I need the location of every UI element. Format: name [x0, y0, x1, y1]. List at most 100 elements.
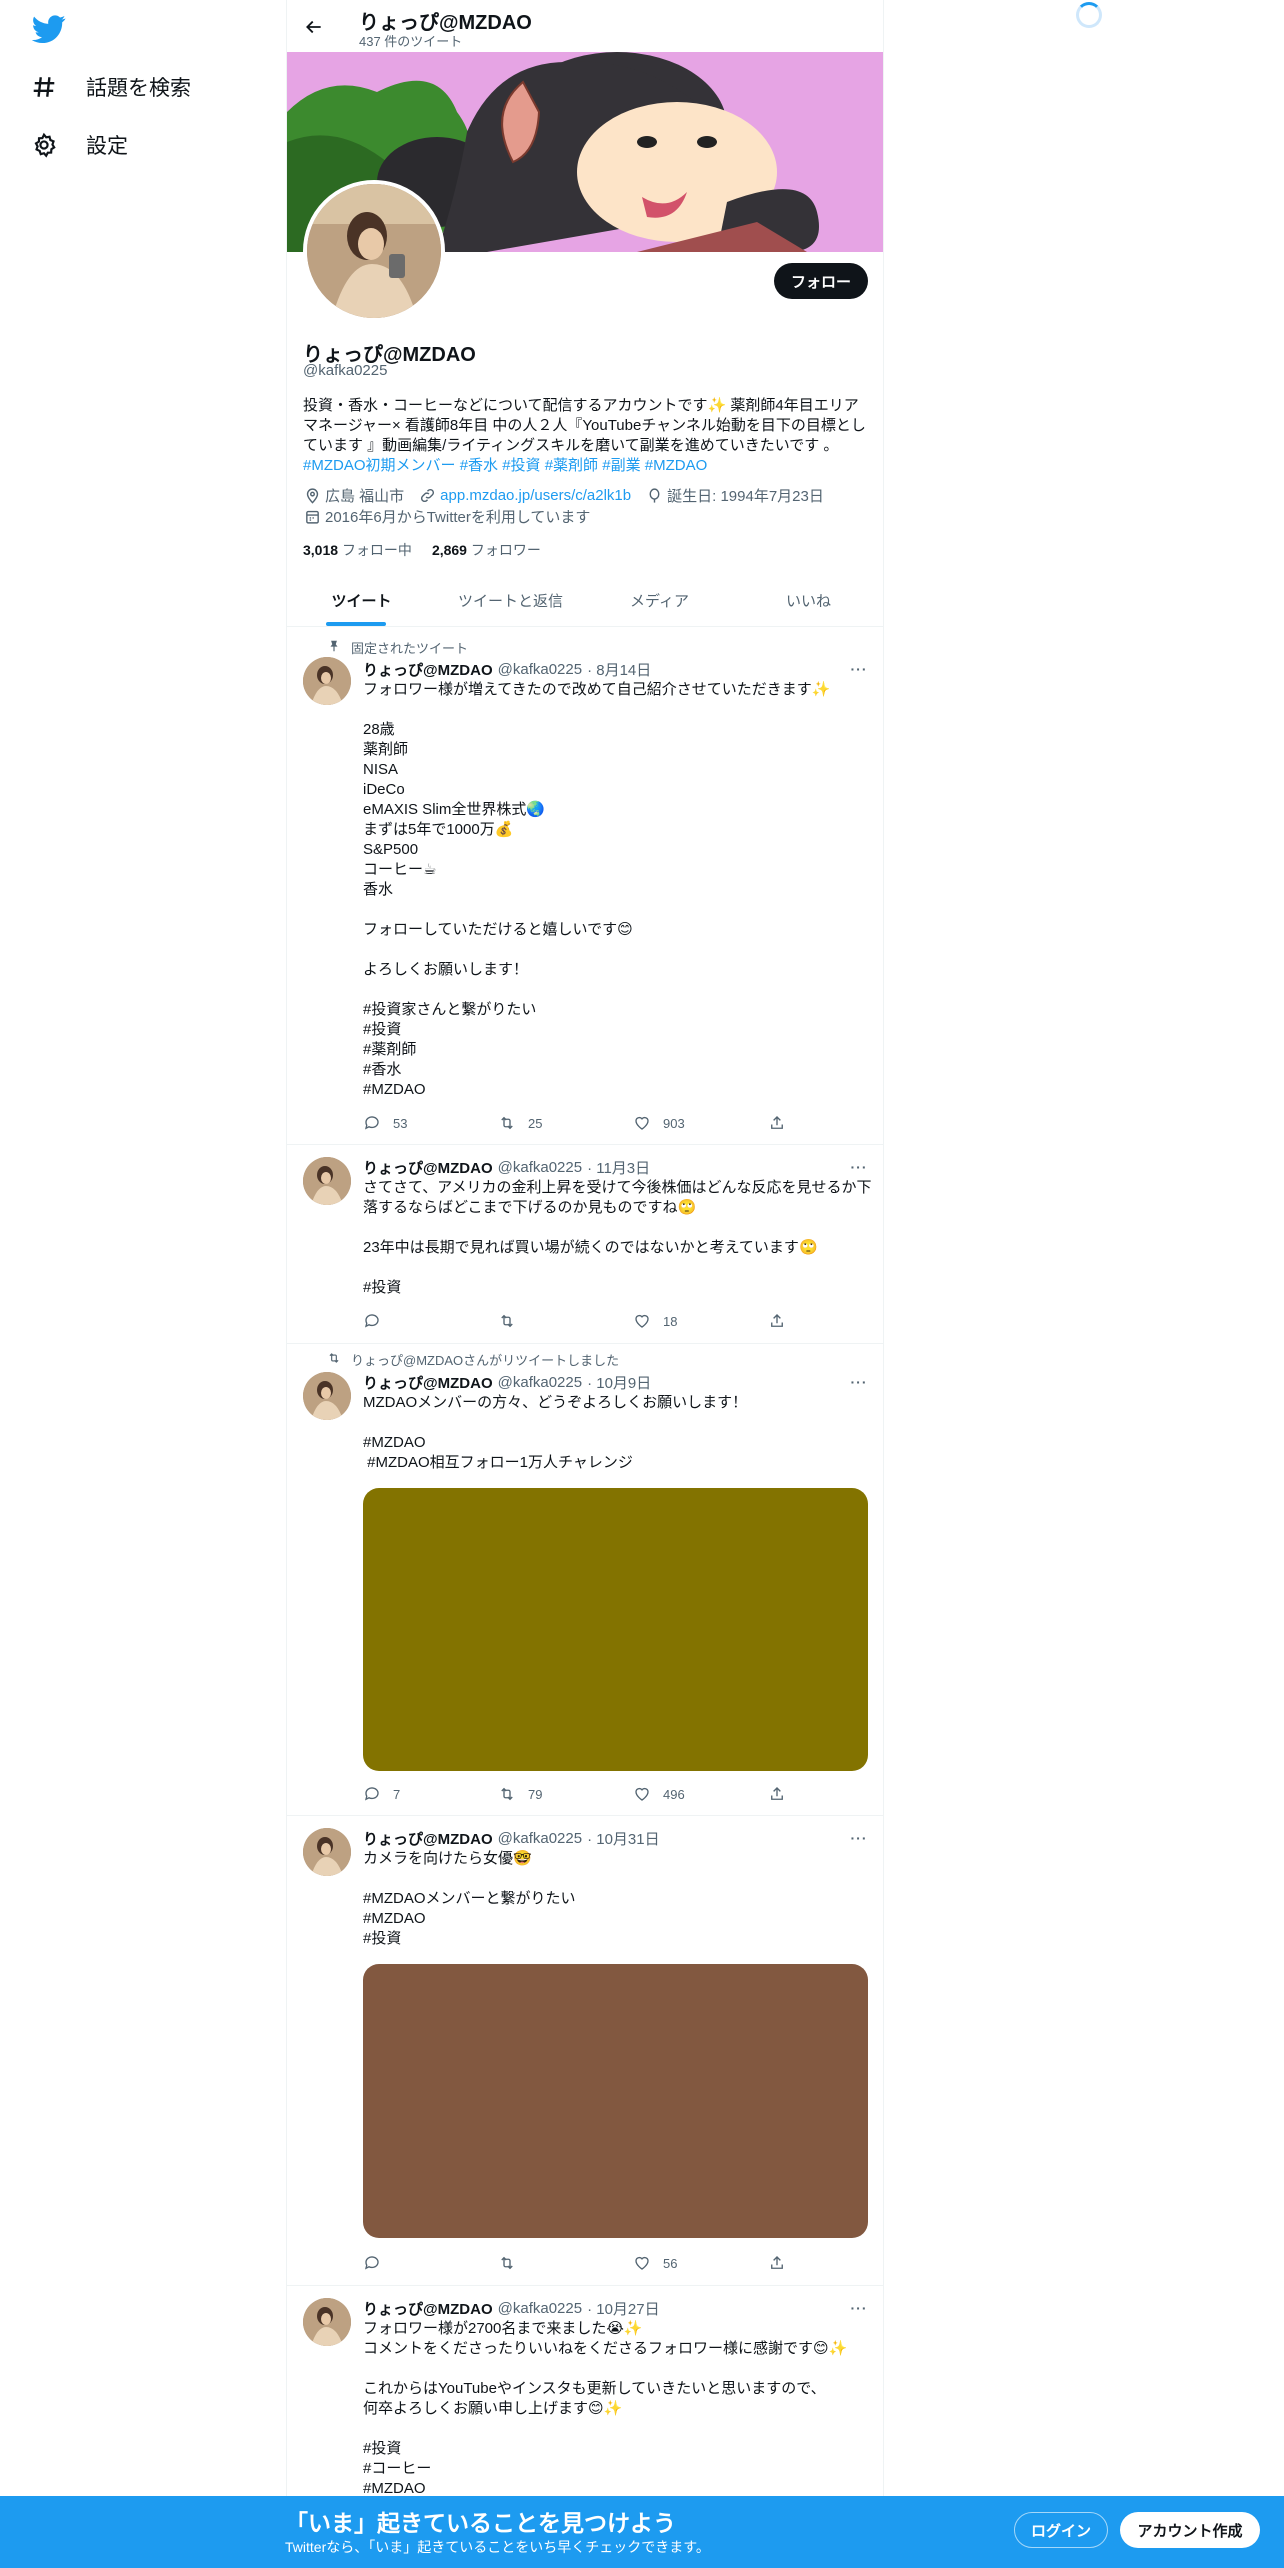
follow-button[interactable]: フォロー — [774, 263, 868, 299]
retweet-context: りょっぴ@MZDAOさんがリツイートしました — [327, 1350, 619, 1369]
tweet-date[interactable]: · 10月27日 — [587, 2298, 660, 2319]
follow-counts: 3,018 フォロー中 2,869 フォロワー — [303, 540, 541, 560]
tweet-hashtags[interactable]: #MZDAOメンバーと繋がりたい #MZDAO #投資 — [363, 1889, 873, 1949]
nav-explore[interactable]: 話題を検索 — [30, 62, 191, 112]
tab-media[interactable]: メディア — [585, 574, 734, 626]
tweet-actions: 7 79 496 — [363, 1784, 803, 1804]
avatar[interactable] — [303, 1372, 351, 1420]
reply-button[interactable] — [363, 1311, 498, 1331]
balloon-icon — [645, 487, 663, 505]
tweet-author-handle: @kafka0225 — [497, 1159, 583, 1176]
share-button[interactable] — [768, 1311, 798, 1331]
nav-settings[interactable]: 設定 — [30, 120, 128, 170]
profile-avatar[interactable] — [303, 180, 445, 322]
like-count: 903 — [663, 1115, 685, 1131]
tweet-author-handle: @kafka0225 — [497, 1830, 583, 1847]
more-options-icon[interactable]: ··· — [849, 659, 869, 679]
main-column: りょっぴ@MZDAO 437 件のツイート フォロー りょっぴ@MZDAO @k… — [286, 0, 884, 2568]
profile-header-bar: りょっぴ@MZDAO 437 件のツイート — [287, 0, 883, 52]
tweet-hashtags[interactable]: #MZDAO #MZDAO相互フォロー1万人チャレンジ — [363, 1433, 873, 1473]
tab-tweets[interactable]: ツイート — [287, 574, 436, 626]
nav-explore-label: 話題を検索 — [86, 77, 191, 100]
tweet-date[interactable]: · 8月14日 — [587, 659, 651, 680]
tab-tweets-replies[interactable]: ツイートと返信 — [436, 574, 585, 626]
like-button[interactable]: 496 — [633, 1784, 768, 1804]
profile-url[interactable]: app.mzdao.jp/users/c/a2lk1b — [440, 487, 631, 504]
retweet-context-label[interactable]: りょっぴ@MZDAOさんがリツイートしました — [351, 1350, 619, 1369]
twitter-bird-icon[interactable] — [31, 12, 66, 46]
like-button[interactable]: 56 — [633, 2253, 768, 2273]
reply-button[interactable]: 7 — [363, 1784, 498, 1804]
bio-hashtag[interactable]: #投資 — [502, 457, 540, 474]
tweet-author-name[interactable]: りょっぴ@MZDAO — [363, 2298, 493, 2319]
left-nav: 話題を検索 設定 — [0, 0, 286, 2568]
login-button[interactable]: ログイン — [1014, 2512, 1108, 2548]
like-button[interactable]: 903 — [633, 1113, 768, 1133]
like-button[interactable]: 18 — [633, 1311, 768, 1331]
avatar[interactable] — [303, 1828, 351, 1876]
tweet-text: カメラを向けたら女優🤓 — [363, 1850, 532, 1867]
avatar[interactable] — [303, 1157, 351, 1205]
heart-icon — [635, 1314, 649, 1328]
bio-hashtag[interactable]: #副業 — [602, 457, 640, 474]
retweet-button[interactable] — [498, 2253, 633, 2273]
tweet-date[interactable]: · 11月3日 — [587, 1157, 650, 1178]
tweet[interactable]: 固定されたツイート りょっぴ@MZDAO @kafka0225 · 8月14日 … — [287, 627, 883, 1145]
followers-link[interactable]: 2,869 フォロワー — [432, 540, 541, 560]
tweet-media-image[interactable] — [363, 1964, 868, 2238]
tweet-author-name[interactable]: りょっぴ@MZDAO — [363, 1828, 493, 1849]
bio-hashtag[interactable]: #薬剤師 — [545, 457, 598, 474]
tweet-media-image[interactable] — [363, 1488, 868, 1771]
share-button[interactable] — [768, 1113, 798, 1133]
tweet-header: りょっぴ@MZDAO @kafka0225 · 11月3日 — [363, 1157, 650, 1178]
retweet-button[interactable]: 79 — [498, 1784, 633, 1804]
following-count: 3,018 — [303, 542, 339, 558]
bio-hashtag[interactable]: #MZDAO — [645, 457, 708, 474]
tweet-hashtags[interactable]: #投資 #コーヒー #MZDAO — [363, 2439, 873, 2499]
more-options-icon[interactable]: ··· — [849, 1828, 869, 1848]
reply-button[interactable] — [363, 2253, 498, 2273]
tweet[interactable]: りょっぴ@MZDAOさんがリツイートしました りょっぴ@MZDAO @kafka… — [287, 1344, 883, 1816]
header-tweet-count: 437 件のツイート — [359, 34, 463, 49]
tweet[interactable]: りょっぴ@MZDAO @kafka0225 · 11月3日 ··· さてさて、ア… — [287, 1145, 883, 1344]
reply-count: 53 — [393, 1115, 408, 1131]
tweet-actions: 56 — [363, 2253, 803, 2273]
share-button[interactable] — [768, 2253, 798, 2273]
more-options-icon[interactable]: ··· — [849, 1157, 869, 1177]
retweet-button[interactable]: 25 — [498, 1113, 633, 1133]
pinned-label: 固定されたツイート — [351, 641, 469, 656]
avatar[interactable] — [303, 657, 351, 705]
profile-birthday: 誕生日: 1994年7月23日 — [667, 488, 824, 505]
share-button[interactable] — [768, 1784, 798, 1804]
tweet-actions: 18 — [363, 1311, 803, 1331]
like-count: 56 — [663, 2255, 678, 2271]
pinned-context: 固定されたツイート — [327, 638, 468, 657]
create-account-button[interactable]: アカウント作成 — [1120, 2512, 1260, 2548]
tweet-hashtags[interactable]: #投資家さんと繋がりたい #投資 #薬剤師 #香水 #MZDAO — [363, 1000, 873, 1100]
tweet-author-name[interactable]: りょっぴ@MZDAO — [363, 1372, 493, 1393]
bio-text: 投資・香水・コーヒーなどについて配信するアカウントです✨ 薬剤師4年目エリアマネ… — [303, 397, 866, 454]
tweet[interactable]: りょっぴ@MZDAO @kafka0225 · 10月31日 ··· カメラを向… — [287, 1816, 883, 2286]
avatar[interactable] — [303, 2298, 351, 2346]
tab-likes[interactable]: いいね — [734, 574, 883, 626]
tweet-date[interactable]: · 10月31日 — [587, 1828, 660, 1849]
more-options-icon[interactable]: ··· — [849, 2298, 869, 2318]
tweet-hashtags[interactable]: #投資 — [363, 1278, 873, 1298]
pin-icon — [327, 639, 341, 656]
reply-button[interactable]: 53 — [363, 1113, 498, 1133]
profile-joined: 2016年6月からTwitterを利用しています — [325, 509, 591, 526]
tweet-header: りょっぴ@MZDAO @kafka0225 · 10月9日 — [363, 1372, 651, 1393]
retweet-icon — [501, 1116, 513, 1130]
link-icon — [418, 487, 436, 505]
bio-hashtag[interactable]: #MZDAO初期メンバー — [303, 457, 456, 474]
tweet-date[interactable]: · 10月9日 — [587, 1372, 651, 1393]
tweet-author-name[interactable]: りょっぴ@MZDAO — [363, 1157, 493, 1178]
following-link[interactable]: 3,018 フォロー中 — [303, 540, 412, 560]
retweet-button[interactable] — [498, 1311, 633, 1331]
tweet-author-name[interactable]: りょっぴ@MZDAO — [363, 659, 493, 680]
more-options-icon[interactable]: ··· — [849, 1372, 869, 1392]
profile-joined-row: 2016年6月からTwitterを利用しています — [303, 506, 590, 527]
back-arrow-icon[interactable] — [297, 10, 331, 44]
profile-bio: 投資・香水・コーヒーなどについて配信するアカウントです✨ 薬剤師4年目エリアマネ… — [303, 396, 873, 476]
bio-hashtag[interactable]: #香水 — [460, 457, 498, 474]
